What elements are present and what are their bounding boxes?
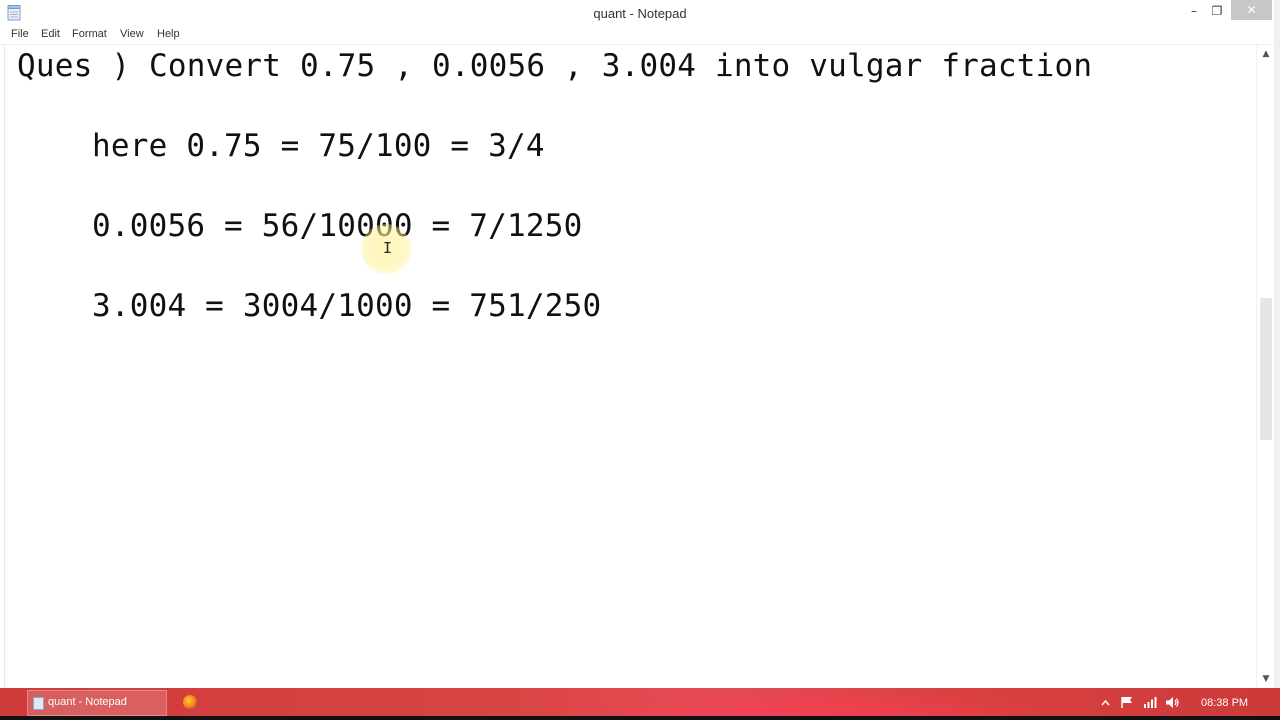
close-icon: ✕ (1246, 3, 1257, 17)
text-editor-area[interactable]: Ques ) Convert 0.75 , 0.0056 , 3.004 int… (4, 45, 1257, 688)
menu-help[interactable]: Help (157, 26, 180, 44)
taskbar-item-notepad[interactable]: quant - Notepad (27, 690, 167, 716)
vertical-scrollbar[interactable]: ▲ ▼ (1256, 45, 1275, 688)
title-bar[interactable]: quant - Notepad – ❐ ✕ (0, 0, 1280, 26)
text-line-answer-2: 0.0056 = 56/10000 = 7/1250 (92, 208, 583, 244)
taskbar-item-label: quant - Notepad (48, 696, 127, 708)
menu-bar: File Edit Format View Help (0, 26, 1280, 45)
speaker-icon[interactable] (1165, 696, 1180, 709)
flag-icon[interactable] (1120, 696, 1134, 709)
network-icon[interactable] (1143, 696, 1157, 709)
text-line-question: Ques ) Convert 0.75 , 0.0056 , 3.004 int… (17, 48, 1093, 84)
window-border (1274, 0, 1280, 690)
restore-button[interactable]: ❐ (1203, 0, 1231, 22)
notepad-window: quant - Notepad – ❐ ✕ File Edit Format V… (0, 0, 1280, 690)
close-button[interactable]: ✕ (1231, 0, 1272, 20)
restore-icon: ❐ (1211, 4, 1223, 18)
window-title: quant - Notepad (593, 6, 687, 21)
menu-format[interactable]: Format (72, 26, 107, 44)
menu-file[interactable]: File (11, 26, 29, 44)
firefox-icon[interactable] (183, 695, 197, 709)
scroll-thumb[interactable] (1260, 298, 1272, 440)
notepad-taskbar-icon (33, 697, 44, 710)
text-line-answer-3: 3.004 = 3004/1000 = 751/250 (92, 288, 602, 324)
scroll-down-arrow-icon[interactable]: ▼ (1257, 672, 1275, 686)
chevron-up-icon[interactable] (1101, 699, 1110, 706)
menu-view[interactable]: View (120, 26, 144, 44)
screen-bottom-edge (0, 716, 1280, 720)
scroll-up-arrow-icon[interactable]: ▲ (1257, 47, 1275, 61)
text-line-answer-1: here 0.75 = 75/100 = 3/4 (92, 128, 545, 164)
minimize-icon: – (1191, 4, 1197, 18)
ibeam-cursor-icon: I (383, 239, 393, 257)
clock[interactable]: 08:38 PM (1201, 697, 1248, 709)
menu-edit[interactable]: Edit (41, 26, 60, 44)
